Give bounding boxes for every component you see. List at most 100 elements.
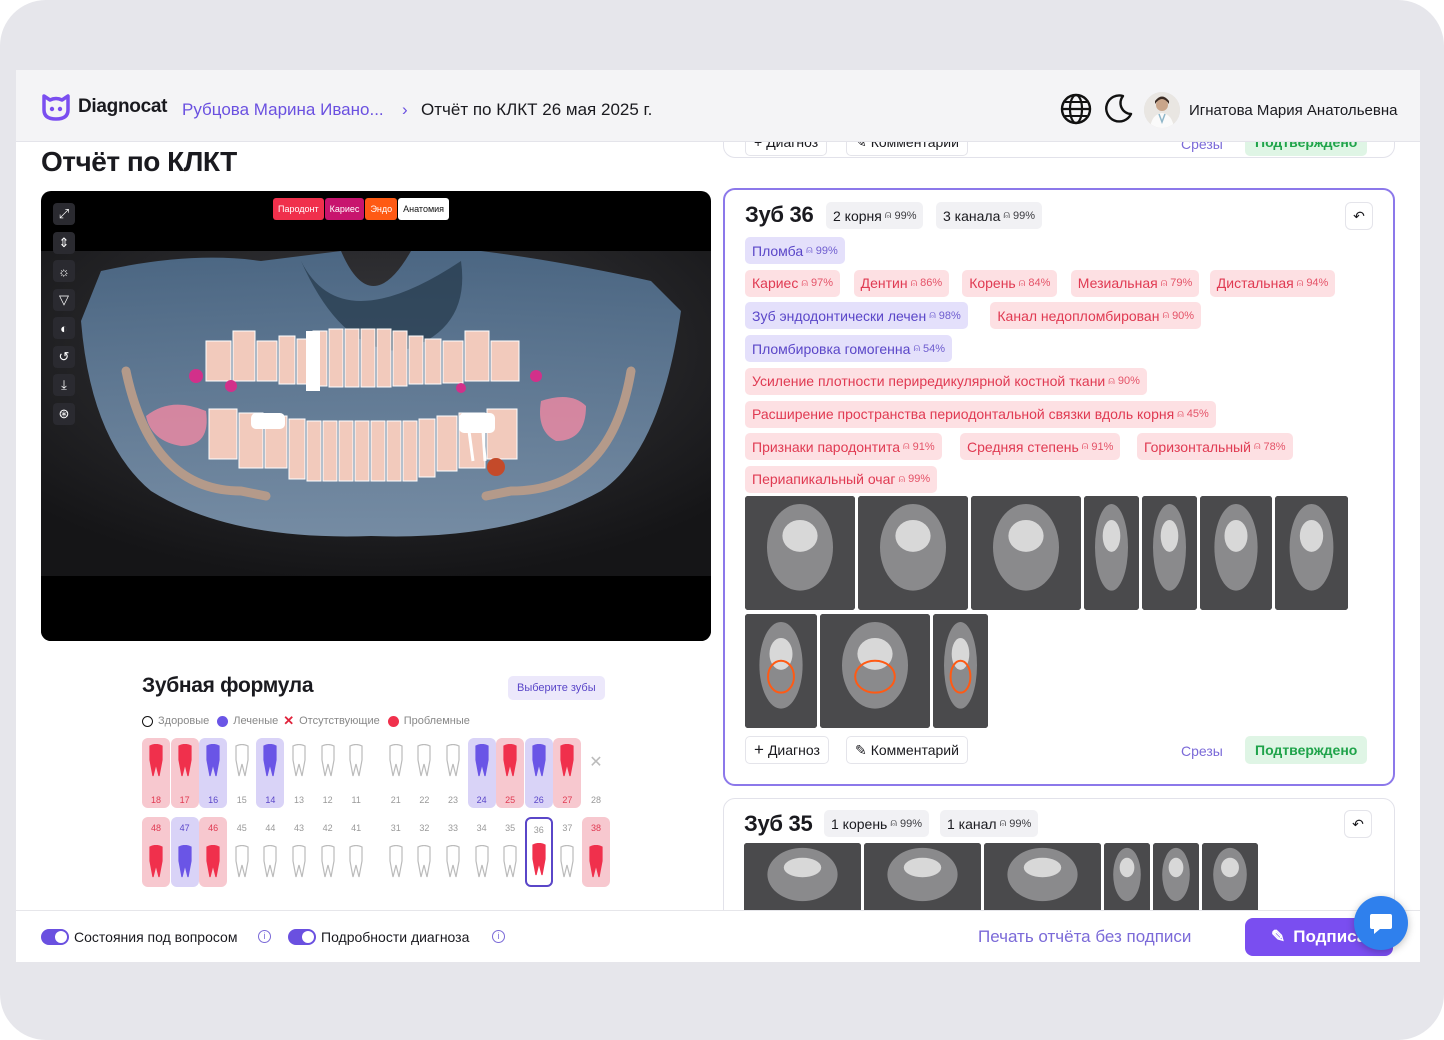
select-teeth-button[interactable]: Выберите зубы bbox=[508, 676, 605, 700]
tooth-42[interactable]: 42 bbox=[314, 817, 342, 887]
user-avatar[interactable] bbox=[1144, 92, 1180, 128]
tooth-22[interactable]: 22 bbox=[410, 738, 438, 808]
finding-chip[interactable]: Периапикальный очаг ⍝ 99% bbox=[745, 465, 938, 493]
finding-chip[interactable]: Пломбировка гомогенна ⍝ 54% bbox=[745, 335, 953, 363]
diagnosis-details-toggle[interactable] bbox=[288, 929, 316, 945]
chat-support-button[interactable] bbox=[1354, 896, 1408, 950]
finding-chip[interactable]: Дентин ⍝ 86% bbox=[853, 269, 950, 297]
tooth-31[interactable]: 31 bbox=[382, 817, 410, 887]
finding-chip[interactable]: Усиление плотности периредикулярной кост… bbox=[745, 367, 1147, 395]
cbct-3d-viewer[interactable]: ⤢ ⇕ ☼ ▽ ◐ ↺ ⤓ ⊛ Пародонт Кариес Эндо Ана… bbox=[41, 191, 711, 641]
finding-chip[interactable]: Зуб эндодонтически лечен ⍝ 98% bbox=[745, 302, 968, 330]
finding-chip[interactable]: Кариес ⍝ 97% bbox=[745, 269, 840, 297]
finding-chip[interactable]: Расширение пространства периодонтальной … bbox=[745, 400, 1216, 428]
cbct-slice-thumbnail[interactable] bbox=[1200, 496, 1272, 610]
cbct-slice-thumbnail[interactable] bbox=[858, 496, 968, 610]
expand-icon[interactable]: ⤢ bbox=[53, 203, 75, 225]
tooth-36-approved-badge[interactable]: Подтверждено bbox=[1245, 736, 1368, 764]
finding-chip[interactable]: Канал недопломбирован ⍝ 90% bbox=[990, 302, 1202, 330]
tooth-view-icon[interactable]: ⊛ bbox=[53, 403, 75, 425]
tooth-36-add-diagnosis-button[interactable]: + Диагноз bbox=[745, 736, 829, 764]
cbct-slice-thumbnail[interactable] bbox=[745, 496, 855, 610]
finding-chip[interactable]: Пломба ⍝ 99% bbox=[745, 237, 845, 264]
cbct-slice-thumbnail[interactable] bbox=[1275, 496, 1348, 610]
tooth-43[interactable]: 43 bbox=[285, 817, 313, 887]
cbct-slice-thumbnail[interactable] bbox=[933, 614, 988, 728]
globe-icon[interactable] bbox=[1059, 92, 1093, 126]
tooth-26[interactable]: 26 bbox=[524, 738, 553, 808]
tooth-33[interactable]: 33 bbox=[439, 817, 467, 887]
cbct-slice-thumbnail[interactable] bbox=[820, 614, 930, 728]
tooth-44[interactable]: 44 bbox=[256, 817, 284, 887]
tooth-46[interactable]: 46 bbox=[199, 817, 228, 887]
user-name[interactable]: Игнатова Мария Анатольевна bbox=[1189, 102, 1397, 119]
info-icon[interactable]: i bbox=[492, 930, 505, 943]
questionable-states-toggle[interactable] bbox=[41, 929, 69, 945]
tooth-47[interactable]: 47 bbox=[170, 817, 199, 887]
tooth-36-undo-icon[interactable]: ↶ bbox=[1345, 202, 1373, 230]
finding-chip[interactable]: Признаки пародонтита ⍝ 91% bbox=[745, 433, 942, 461]
tooth-34[interactable]: 34 bbox=[468, 817, 496, 887]
tooth-36[interactable]: 36 bbox=[524, 817, 553, 887]
breadcrumb-patient[interactable]: Рубцова Марина Ивано... bbox=[182, 100, 384, 120]
tooth-37[interactable]: 37 bbox=[553, 817, 581, 887]
tooth-35[interactable]: 35 bbox=[496, 817, 524, 887]
tooth-13[interactable]: 13 bbox=[285, 738, 313, 808]
tooth-35-card[interactable]: Зуб 35 1 корень ⍝ 99% 1 канал ⍝ 99% ↶ bbox=[723, 798, 1395, 910]
tooth-45[interactable]: 45 bbox=[228, 817, 256, 887]
tooth-35-roots-chip[interactable]: 1 корень ⍝ 99% bbox=[824, 810, 929, 837]
cbct-slice-thumbnail[interactable] bbox=[1084, 496, 1139, 610]
finding-chip[interactable]: Мезиальная ⍝ 79% bbox=[1070, 269, 1200, 297]
tooth-17[interactable]: 17 bbox=[170, 738, 199, 808]
tooth-27[interactable]: 27 bbox=[553, 738, 582, 808]
undo-icon[interactable]: ↺ bbox=[53, 346, 75, 368]
brightness-icon[interactable]: ☼ bbox=[53, 260, 75, 282]
tooth-25[interactable]: 25 bbox=[496, 738, 525, 808]
tooth-35-undo-icon[interactable]: ↶ bbox=[1344, 810, 1372, 838]
tooth-14[interactable]: 14 bbox=[256, 738, 285, 808]
tooth-24[interactable]: 24 bbox=[467, 738, 496, 808]
cbct-slice-thumbnail[interactable] bbox=[745, 614, 817, 728]
tooth-15[interactable]: 15 bbox=[228, 738, 256, 808]
download-icon[interactable]: ⤓ bbox=[53, 374, 75, 396]
tooth-12[interactable]: 12 bbox=[314, 738, 342, 808]
tooth-48[interactable]: 48 bbox=[142, 817, 170, 887]
cbct-slice-thumbnail[interactable] bbox=[864, 843, 981, 910]
triangle-icon[interactable]: ▽ bbox=[53, 289, 75, 311]
cbct-slice-thumbnail[interactable] bbox=[984, 843, 1101, 910]
print-without-signature-link[interactable]: Печать отчёта без подписи bbox=[978, 927, 1191, 947]
finding-chip[interactable]: Дистальная ⍝ 94% bbox=[1209, 269, 1336, 297]
tooth-36-roots-chip[interactable]: 2 корня ⍝ 99% bbox=[826, 202, 924, 229]
tooth-11[interactable]: 11 bbox=[342, 738, 370, 808]
tooth-36-slices-link[interactable]: Срезы bbox=[1181, 743, 1223, 759]
tooth-32[interactable]: 32 bbox=[410, 817, 438, 887]
finding-chip[interactable]: Горизонтальный ⍝ 78% bbox=[1137, 433, 1293, 461]
mask-tab-endo[interactable]: Эндо bbox=[365, 198, 398, 220]
finding-chip[interactable]: Средняя степень ⍝ 91% bbox=[960, 433, 1121, 461]
mask-tab-caries[interactable]: Кариес bbox=[324, 198, 365, 220]
cbct-slice-thumbnail[interactable] bbox=[1104, 843, 1150, 910]
tooth-35-canals-chip[interactable]: 1 канал ⍝ 99% bbox=[940, 810, 1039, 837]
tooth-16[interactable]: 16 bbox=[199, 738, 228, 808]
cbct-slice-thumbnail[interactable] bbox=[971, 496, 1081, 610]
finding-chip[interactable]: Корень ⍝ 84% bbox=[962, 269, 1058, 297]
brand-logo[interactable]: Diagnocat bbox=[40, 92, 167, 122]
tooth-36-comment-button[interactable]: ✎ Комментарий bbox=[846, 736, 968, 764]
contrast-icon[interactable]: ◐ bbox=[53, 317, 75, 339]
tooth-36-canals-chip[interactable]: 3 канала ⍝ 99% bbox=[936, 202, 1043, 229]
tooth-18[interactable]: 18 bbox=[142, 738, 170, 808]
cbct-slice-thumbnail[interactable] bbox=[744, 843, 861, 910]
mask-tab-anatomy[interactable]: Анатомия bbox=[398, 198, 450, 220]
cbct-slice-thumbnail[interactable] bbox=[1142, 496, 1197, 610]
tooth-36-card[interactable]: Зуб 36 2 корня ⍝ 99% 3 канала ⍝ 99% ↶ Пломба… bbox=[723, 188, 1395, 786]
split-icon[interactable]: ⇕ bbox=[53, 232, 75, 254]
tooth-21[interactable]: 21 bbox=[382, 738, 410, 808]
cbct-slice-thumbnail[interactable] bbox=[1202, 843, 1258, 910]
cbct-slice-thumbnail[interactable] bbox=[1153, 843, 1199, 910]
tooth-41[interactable]: 41 bbox=[342, 817, 370, 887]
tooth-23[interactable]: 23 bbox=[439, 738, 467, 808]
tooth-28[interactable]: ✕ 28 bbox=[582, 738, 610, 808]
moon-icon[interactable] bbox=[1101, 92, 1135, 126]
tooth-38[interactable]: 38 bbox=[582, 817, 610, 887]
info-icon[interactable]: i bbox=[258, 930, 271, 943]
